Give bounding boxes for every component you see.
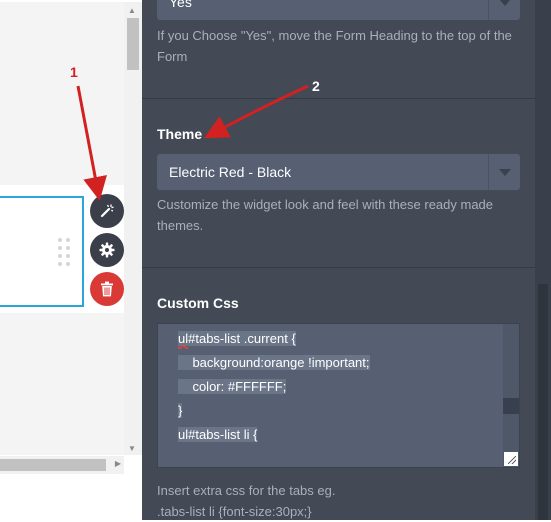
scrollbar-thumb[interactable] (538, 284, 548, 520)
section-divider (142, 98, 535, 99)
textarea-scrollbar[interactable] (503, 324, 519, 467)
move-heading-select[interactable]: Yes (157, 0, 520, 20)
chevron-down-icon (498, 0, 511, 6)
code-line: color: #FFFFFF; (178, 379, 287, 394)
theme-label: Theme (157, 126, 203, 142)
scroll-down-icon[interactable]: ▼ (128, 444, 136, 453)
panel-scrollbar[interactable] (535, 0, 551, 520)
scroll-up-icon[interactable]: ▲ (128, 6, 136, 15)
annotation-label-2: 2 (312, 78, 320, 94)
custom-css-textarea[interactable]: ul#tabs-list .current { background:orang… (157, 323, 520, 468)
chevron-down-icon (498, 168, 511, 176)
magic-wand-icon (100, 204, 114, 218)
theme-select-value: Electric Red - Black (169, 164, 292, 180)
scrollbar-thumb[interactable] (0, 459, 106, 471)
move-heading-select-value: Yes (169, 0, 192, 10)
canvas-vertical-scrollbar[interactable]: ▲ ▼ (124, 2, 142, 455)
code-line: ul#tabs-list .current { (178, 331, 296, 346)
section-divider (142, 267, 535, 268)
gear-icon (99, 242, 115, 258)
code-line: ul#tabs-list li { (178, 427, 258, 442)
dropdown-toggle[interactable] (488, 0, 520, 20)
code-line: background:orange !important; (178, 355, 370, 370)
code-line: } (178, 403, 183, 418)
delete-button[interactable] (90, 272, 124, 306)
custom-css-help-line2: .tabs-list li {font-size:30px;} (157, 504, 312, 519)
resize-handle-icon[interactable] (504, 452, 518, 466)
scroll-right-icon[interactable]: ▶ (115, 459, 121, 468)
css-code: ul#tabs-list .current { background:orang… (178, 327, 370, 447)
scrollbar-thumb[interactable] (503, 398, 519, 414)
scrollbar-thumb[interactable] (127, 18, 139, 70)
annotation-label-1: 1 (70, 64, 78, 80)
theme-help: Customize the widget look and feel with … (157, 197, 494, 233)
theme-select[interactable]: Electric Red - Black (157, 154, 520, 190)
settings-button[interactable] (90, 233, 124, 267)
move-heading-help: If you Choose "Yes", move the Form Headi… (157, 28, 512, 64)
canvas-horizontal-scrollbar[interactable]: ▶ (0, 456, 124, 474)
trash-icon (101, 281, 113, 297)
custom-css-help-line1: Insert extra css for the tabs eg. (157, 483, 336, 498)
wizard-button[interactable] (90, 194, 124, 228)
dropdown-toggle[interactable] (488, 154, 520, 190)
custom-css-label: Custom Css (157, 295, 239, 311)
drag-handle-icon[interactable] (58, 238, 72, 268)
